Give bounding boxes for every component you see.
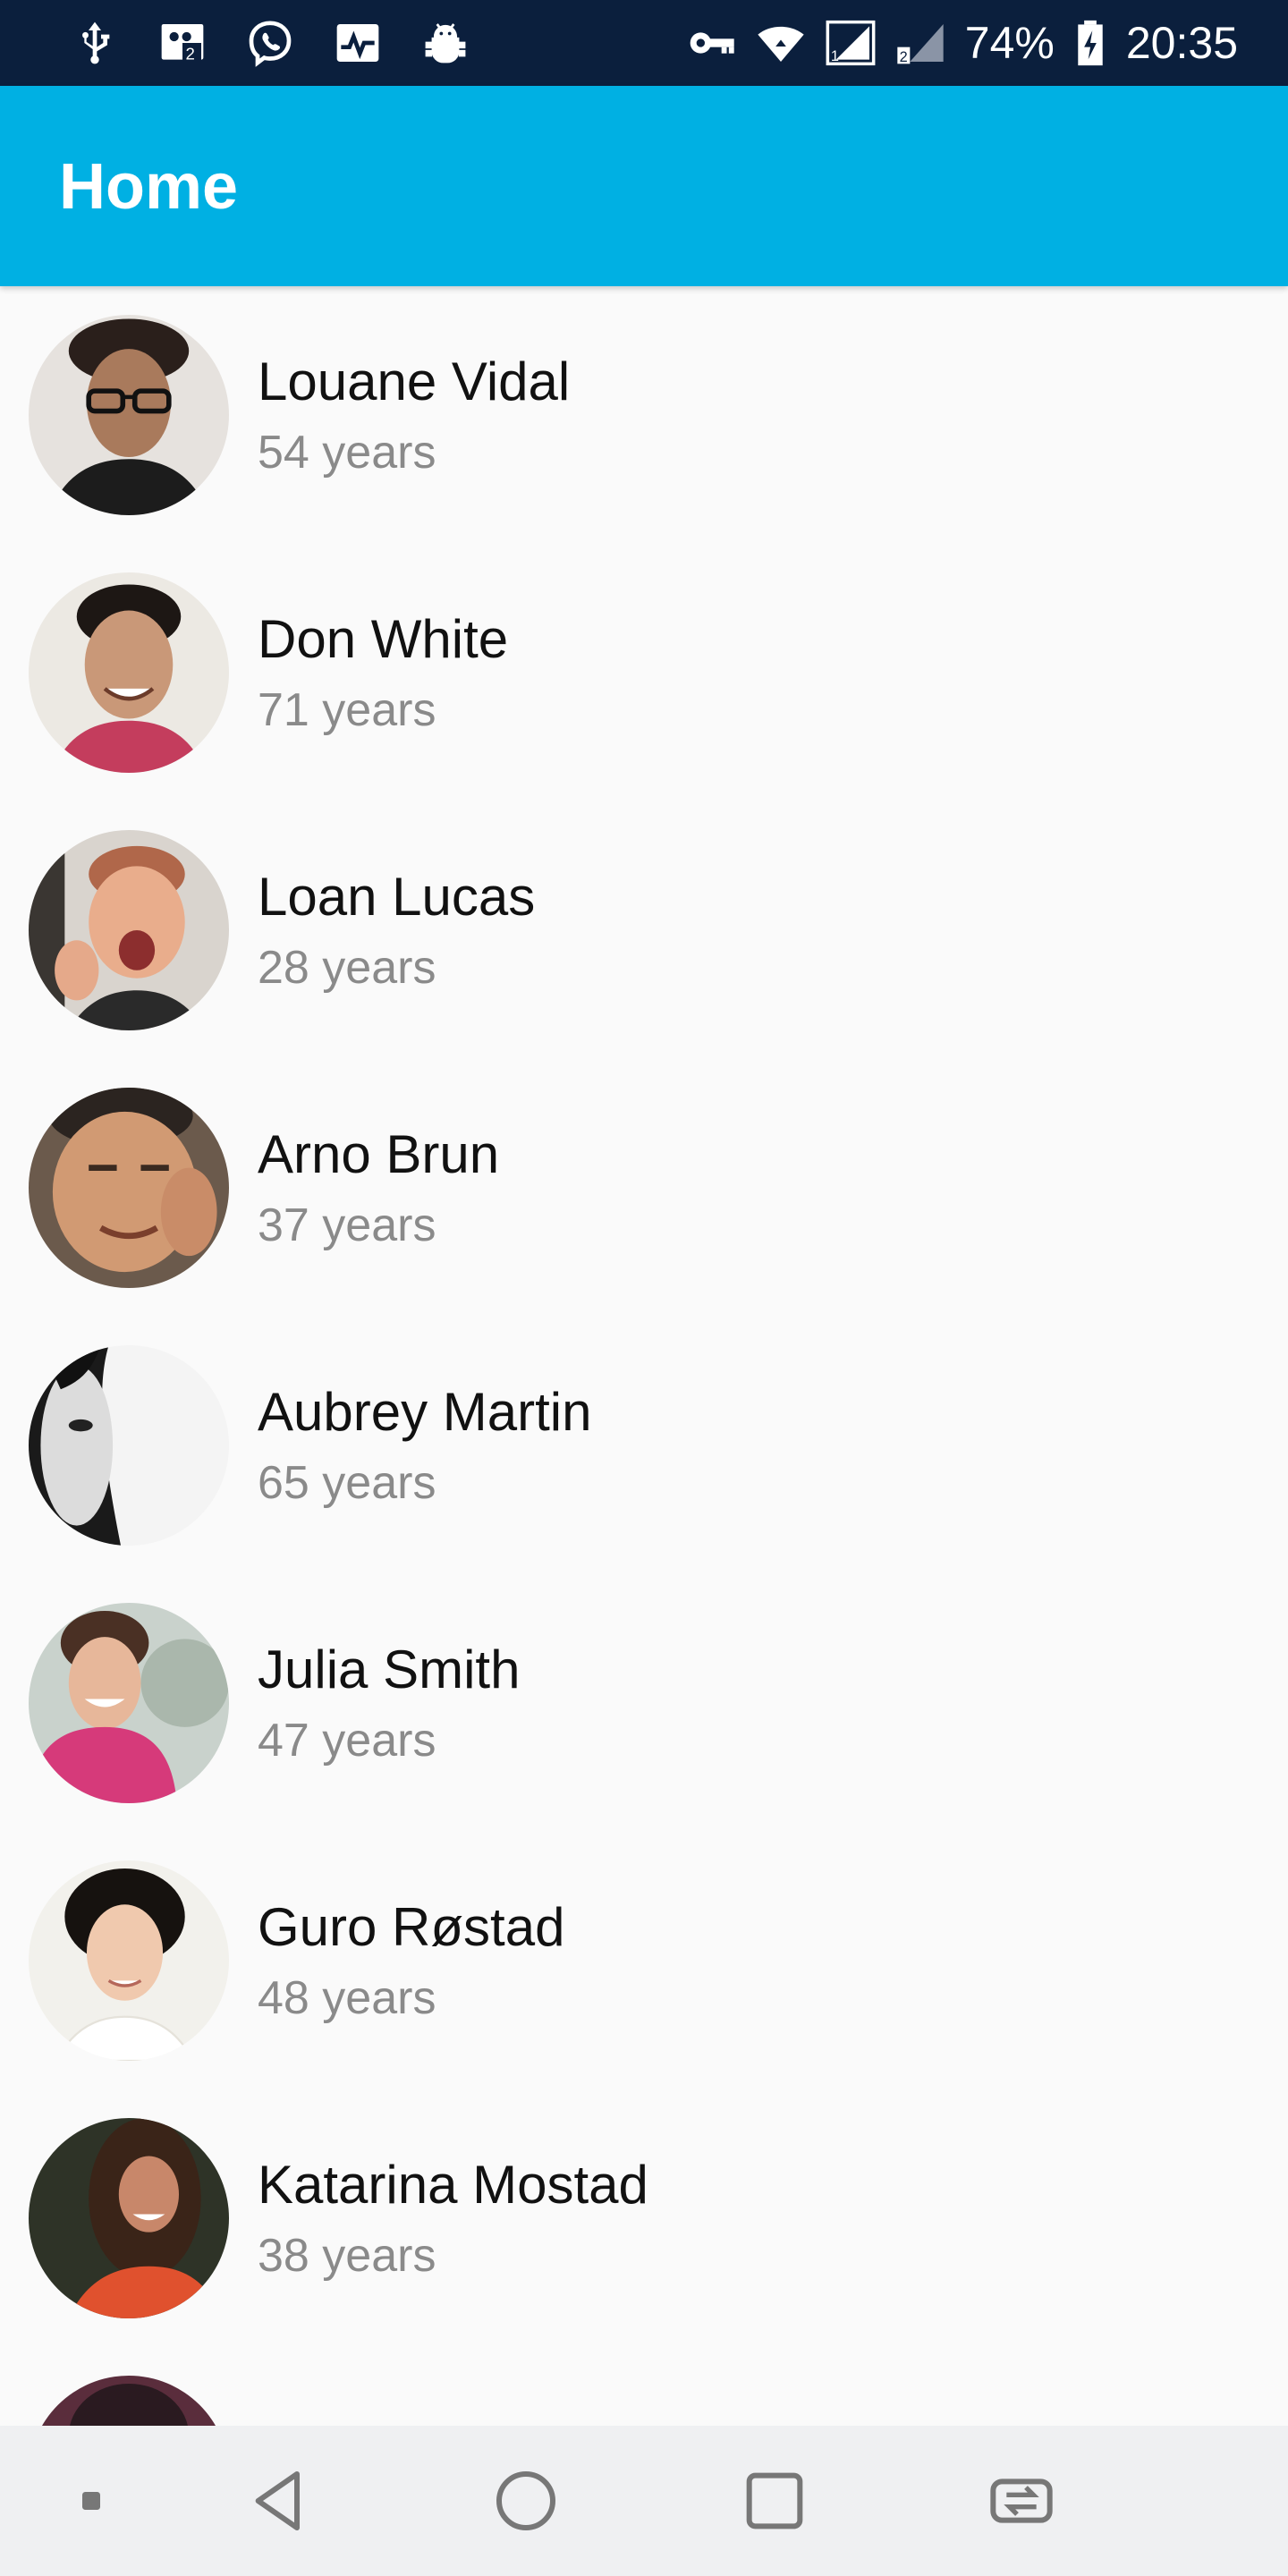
avatar [29,315,229,515]
item-age: 48 years [258,1972,436,2024]
battery-charging-icon [1074,18,1106,68]
svg-text:2: 2 [899,49,907,65]
activity-icon [333,18,383,68]
page-title: Home [59,151,239,223]
list-item[interactable]: Guro Røstad 48 years [0,1832,1288,2089]
android-debug-icon [420,18,470,68]
viber-icon [245,18,295,68]
avatar [29,2118,229,2318]
item-name: Guro Røstad [258,1897,565,1957]
item-age: 47 years [258,1715,436,1767]
list-item[interactable]: Katarina Mostad 38 years [0,2089,1288,2347]
list-item[interactable]: Louane Vidal 54 years [0,286,1288,544]
navigation-bar [0,2426,1288,2576]
status-bar: 2 1 2 74% 20:35 [0,0,1288,86]
back-icon[interactable] [243,2465,315,2537]
item-name: Julia Smith [258,1640,521,1699]
list-item-partial[interactable] [0,2347,1288,2426]
avatar [29,572,229,773]
item-name: Don White [258,609,509,669]
item-age: 71 years [258,684,436,736]
list-item[interactable]: Loan Lucas 28 years [0,801,1288,1059]
switch-icon[interactable] [986,2465,1057,2537]
svg-text:1: 1 [831,48,839,64]
item-age: 54 years [258,427,436,479]
item-age: 38 years [258,2230,436,2282]
avatar [29,1345,229,1546]
list-item[interactable]: Aubrey Martin 65 years [0,1317,1288,1574]
avatar [29,2376,229,2426]
phone-screen: 2 1 2 74% 20:35 Home Louane Vidal 54 yea… [0,0,1288,2576]
item-age: 37 years [258,1199,436,1251]
list-item[interactable]: Don White 71 years [0,544,1288,801]
signal-sim2-icon: 2 [895,18,945,68]
item-age: 28 years [258,942,436,994]
app-bar: Home [0,86,1288,286]
usb-icon [70,18,120,68]
battery-percent: 74% [964,18,1055,68]
item-name: Arno Brun [258,1124,500,1184]
avatar [29,1603,229,1803]
list-item[interactable]: Arno Brun 37 years [0,1059,1288,1317]
home-icon[interactable] [490,2465,562,2537]
item-name: Aubrey Martin [258,1382,592,1442]
item-name: Katarina Mostad [258,2155,648,2215]
list-item[interactable]: Julia Smith 47 years [0,1574,1288,1832]
item-name: Louane Vidal [258,352,571,411]
recents-icon[interactable] [739,2465,810,2537]
menu-dot-icon[interactable] [55,2465,127,2537]
avatar [29,1860,229,2061]
svg-text:2: 2 [186,45,195,64]
signal-sim1-icon: 1 [826,18,876,68]
avatar [29,1088,229,1288]
vpn-key-icon [686,18,736,68]
sms-icon: 2 [157,18,208,68]
wifi-icon [756,18,806,68]
item-name: Loan Lucas [258,867,536,927]
people-list[interactable]: Louane Vidal 54 years Don White 71 years… [0,286,1288,2426]
clock: 20:35 [1125,18,1238,68]
avatar [29,830,229,1030]
item-age: 65 years [258,1457,436,1509]
